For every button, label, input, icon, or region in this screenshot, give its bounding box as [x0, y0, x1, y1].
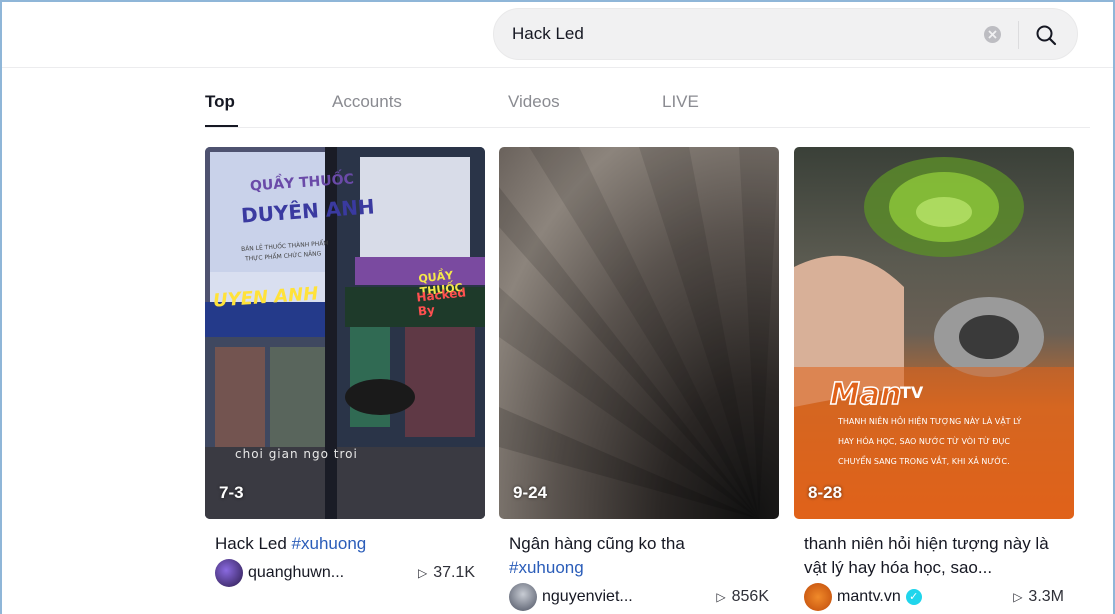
verified-check-icon: ✓: [905, 588, 922, 605]
view-count: ▷ 856K: [716, 588, 769, 605]
search-button[interactable]: [1026, 17, 1066, 53]
username[interactable]: nguyenviet...: [542, 588, 716, 606]
view-count: ▷ 3.3M: [1013, 588, 1064, 605]
username[interactable]: quanghuwn...: [248, 564, 418, 582]
video-caption[interactable]: thanh niên hỏi hiện tượng này là vật lý …: [794, 532, 1074, 580]
search-bar[interactable]: Hack Led: [493, 8, 1078, 60]
hashtag-link[interactable]: #xuhuong: [509, 558, 584, 577]
tab-live[interactable]: LIVE: [662, 92, 699, 112]
video-meta: nguyenviet... ▷ 856K: [509, 583, 769, 611]
video-date: 9-24: [513, 483, 548, 502]
video-date: 8-28: [808, 483, 843, 502]
tab-accounts[interactable]: Accounts: [332, 92, 402, 112]
top-bar: Hack Led: [0, 0, 1115, 68]
video-date: 7-3: [219, 483, 244, 502]
brand-logo-text: TV: [900, 383, 924, 402]
video-thumbnail[interactable]: 9-24: [499, 147, 779, 519]
avatar[interactable]: [509, 583, 537, 611]
play-icon: ▷: [417, 566, 428, 580]
search-tabs: Top Accounts Videos LIVE: [205, 88, 1090, 128]
video-meta: quanghuwn... ▷ 37.1K: [215, 559, 475, 587]
tab-videos[interactable]: Videos: [508, 92, 560, 112]
magnifier-icon: [1036, 25, 1057, 46]
overlay-caption: HAY HÓA HỌC, SAO NƯỚC TỪ VÒI TỪ ĐỤC: [838, 437, 1010, 446]
hashtag-link[interactable]: #xuhuong: [292, 534, 367, 553]
overlay-caption: CHUYỂN SANG TRONG VẮT, KHI XẢ NƯỚC.: [838, 457, 1010, 466]
video-card[interactable]: 9-24 Ngân hàng cũng ko tha #xuhuong nguy…: [499, 147, 779, 611]
video-caption[interactable]: Ngân hàng cũng ko tha #xuhuong: [499, 532, 779, 580]
video-thumbnail[interactable]: Man TV THANH NIÊN HỎI HIỆN TƯỢNG NÀY LÀ …: [794, 147, 1074, 519]
brand-logo-text: Man: [829, 376, 902, 413]
video-card[interactable]: QUẦY THUỐC DUYÊN ANH BÁN LẺ THUỐC THÀNH …: [205, 147, 485, 587]
overlay-caption: THANH NIÊN HỎI HIỆN TƯỢNG NÀY LÀ VẬT LÝ: [838, 417, 1022, 426]
view-count: ▷ 37.1K: [417, 564, 475, 581]
active-tab-indicator: [205, 125, 238, 127]
play-icon: ▷: [1013, 590, 1023, 604]
thumbnail-art: [499, 147, 779, 519]
avatar[interactable]: [804, 583, 832, 611]
video-meta: mantv.vn ✓ ▷ 3.3M: [804, 583, 1064, 611]
avatar[interactable]: [215, 559, 243, 587]
search-input[interactable]: Hack Led: [512, 24, 584, 44]
clear-x-icon[interactable]: [984, 26, 1001, 43]
video-card[interactable]: Man TV THANH NIÊN HỎI HIỆN TƯỢNG NÀY LÀ …: [794, 147, 1074, 611]
play-icon: ▷: [716, 590, 726, 604]
video-caption[interactable]: Hack Led #xuhuong: [205, 532, 485, 556]
username[interactable]: mantv.vn ✓: [837, 588, 1013, 606]
search-divider: [1018, 21, 1019, 49]
overlay-caption: choi gian ngo troi: [235, 447, 358, 461]
video-thumbnail[interactable]: QUẦY THUỐC DUYÊN ANH BÁN LẺ THUỐC THÀNH …: [205, 147, 485, 519]
tab-top[interactable]: Top: [205, 92, 235, 112]
